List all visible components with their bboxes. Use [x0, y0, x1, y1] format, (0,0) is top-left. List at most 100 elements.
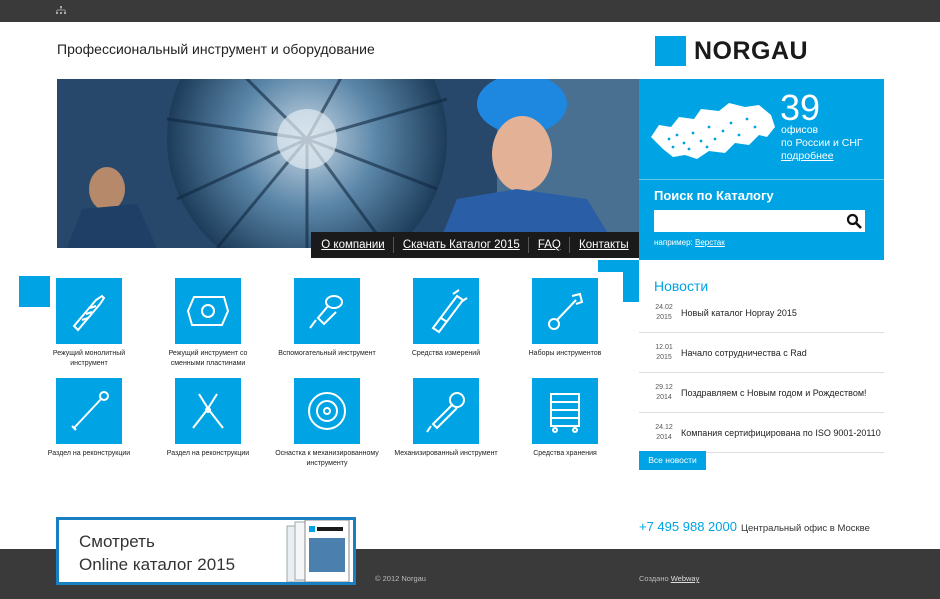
sitemap-icon[interactable]	[56, 6, 66, 15]
category-tile[interactable]	[56, 278, 122, 344]
contact-phone-block: +7 495 988 2000 Центральный офис в Москв…	[639, 519, 870, 534]
offices-more-link[interactable]: подробнее	[781, 150, 834, 162]
category-label: Средства хранения	[533, 450, 597, 457]
copyright: © 2012 Norgau	[375, 574, 426, 583]
news-item[interactable]: 24.02 2015 Новый каталог Hopray 2015	[639, 293, 884, 333]
logo-text: NORGAU	[694, 36, 809, 65]
news-date-year: 2014	[656, 433, 672, 441]
catalog-books-icon	[286, 520, 350, 582]
category-tile[interactable]	[175, 278, 241, 344]
panel-divider	[639, 179, 884, 180]
angle-grinder-icon	[426, 392, 465, 433]
grinding-disc-icon	[308, 392, 346, 430]
news-date: 12.01 2015	[647, 343, 681, 363]
category-tool-sets[interactable]: Наборы инструментов	[510, 278, 620, 359]
news-title: Новости	[654, 278, 709, 294]
search-hint-link[interactable]: Верстак	[695, 238, 725, 247]
catalog-banner-text: Смотреть Online каталог 2015	[79, 530, 235, 576]
decorative-square	[623, 260, 639, 302]
torque-wrench-icon	[71, 391, 109, 431]
phone-number[interactable]: +7 495 988 2000	[639, 519, 737, 534]
offices-line1: офисов	[781, 124, 819, 136]
news-date-day: 24.02	[655, 303, 673, 311]
category-tile[interactable]	[532, 378, 598, 444]
main-nav: О компании Скачать Каталог 2015 FAQ Конт…	[311, 232, 639, 258]
category-tile[interactable]	[56, 378, 122, 444]
search-hint: например: Верстак	[654, 238, 725, 247]
category-auxiliary[interactable]: Вспомогательный инструмент	[272, 278, 382, 359]
news-item[interactable]: 29.12 2014 Поздравляем с Новым годом и Ро…	[639, 373, 884, 413]
category-power-tools[interactable]: Механизированный инструмент	[391, 378, 501, 459]
tool-holder-icon	[309, 295, 343, 329]
news-text[interactable]: Компания сертифицирована по ISO 9001-201…	[681, 428, 881, 438]
nav-separator	[528, 237, 530, 253]
search-input[interactable]	[654, 210, 865, 232]
wrench-icon	[548, 292, 584, 330]
category-storage[interactable]: Средства хранения	[510, 378, 620, 459]
nav-separator	[569, 237, 571, 253]
all-news-button[interactable]: Все новости	[639, 451, 706, 470]
category-tile[interactable]	[413, 378, 479, 444]
top-bar	[0, 0, 940, 22]
logo-square-icon	[655, 36, 686, 66]
catalog-line1: Смотреть	[79, 532, 155, 551]
news-item[interactable]: 24.12 2014 Компания сертифицирована по IS…	[639, 413, 884, 453]
site-tagline: Профессиональный инструмент и оборудован…	[57, 41, 375, 57]
nav-about[interactable]: О компании	[321, 239, 384, 251]
category-label: Режущий инструмент со сменными пластинам…	[168, 350, 248, 367]
category-tile[interactable]	[532, 278, 598, 344]
category-reconstruction-1[interactable]: Раздел на реконструкции	[34, 378, 144, 459]
search-icon[interactable]	[846, 213, 862, 229]
drill-bit-icon	[72, 294, 106, 332]
created-by: Создано Webway	[639, 574, 699, 583]
category-label: Оснастка к механизированному инструменту	[275, 450, 379, 467]
news-text[interactable]: Поздравляем с Новым годом и Рождеством!	[681, 388, 867, 398]
category-label: Наборы инструментов	[528, 350, 602, 357]
category-label: Раздел на реконструкции	[166, 450, 250, 457]
category-tile[interactable]	[413, 278, 479, 344]
webway-link[interactable]: Webway	[671, 574, 700, 583]
news-date-day: 12.01	[655, 343, 673, 351]
category-measuring[interactable]: Средства измерений	[391, 278, 501, 359]
online-catalog-banner[interactable]: Смотреть Online каталог 2015	[56, 517, 356, 585]
news-item[interactable]: 12.01 2015 Начало сотрудничества с Rad	[639, 333, 884, 373]
russia-map-icon	[651, 103, 775, 159]
news-text[interactable]: Начало сотрудничества с Rad	[681, 348, 807, 358]
offices-count: 39	[780, 87, 821, 128]
hero-image	[57, 79, 639, 248]
news-date: 29.12 2014	[647, 383, 681, 403]
nav-contacts[interactable]: Контакты	[579, 239, 629, 251]
phone-caption: Центральный офис в Москве	[740, 523, 870, 534]
category-reconstruction-2[interactable]: Раздел на реконструкции	[153, 378, 263, 459]
category-cutting-inserts[interactable]: Режущий инструмент со сменными пластинам…	[153, 278, 263, 369]
tool-cabinet-icon	[550, 393, 580, 433]
category-label: Раздел на реконструкции	[47, 450, 131, 457]
category-label: Механизированный инструмент	[394, 450, 498, 457]
news-list: 24.02 2015 Новый каталог Hopray 2015 12.0…	[639, 293, 884, 453]
category-power-tool-accessories[interactable]: Оснастка к механизированному инструменту	[272, 378, 382, 469]
news-date: 24.02 2015	[647, 303, 681, 323]
news-date-year: 2015	[656, 313, 672, 321]
news-date-year: 2015	[656, 353, 672, 361]
caliper-icon	[431, 289, 468, 334]
nav-download-catalog[interactable]: Скачать Каталог 2015	[403, 239, 520, 251]
nav-faq[interactable]: FAQ	[538, 239, 561, 251]
category-cutting-solid[interactable]: Режущий монолитный инструмент	[34, 278, 144, 369]
news-text[interactable]: Новый каталог Hopray 2015	[681, 308, 797, 318]
category-label: Средства измерений	[411, 350, 481, 357]
created-prefix: Создано	[639, 574, 669, 583]
news-date-day: 29.12	[655, 383, 673, 391]
norgau-logo[interactable]: NORGAU	[655, 36, 808, 66]
category-tile[interactable]	[175, 378, 241, 444]
search-title: Поиск по Каталогу	[654, 188, 774, 203]
nav-separator	[393, 237, 395, 253]
category-tile[interactable]	[294, 278, 360, 344]
search-hint-prefix: например:	[654, 238, 693, 247]
category-label: Режущий монолитный инструмент	[52, 350, 126, 367]
catalog-line2: Online каталог 2015	[79, 555, 236, 574]
category-tile[interactable]	[294, 378, 360, 444]
insert-plate-icon	[186, 296, 230, 326]
news-date-year: 2014	[656, 393, 672, 401]
news-date: 24.12 2014	[647, 423, 681, 443]
category-label: Вспомогательный инструмент	[278, 350, 376, 357]
